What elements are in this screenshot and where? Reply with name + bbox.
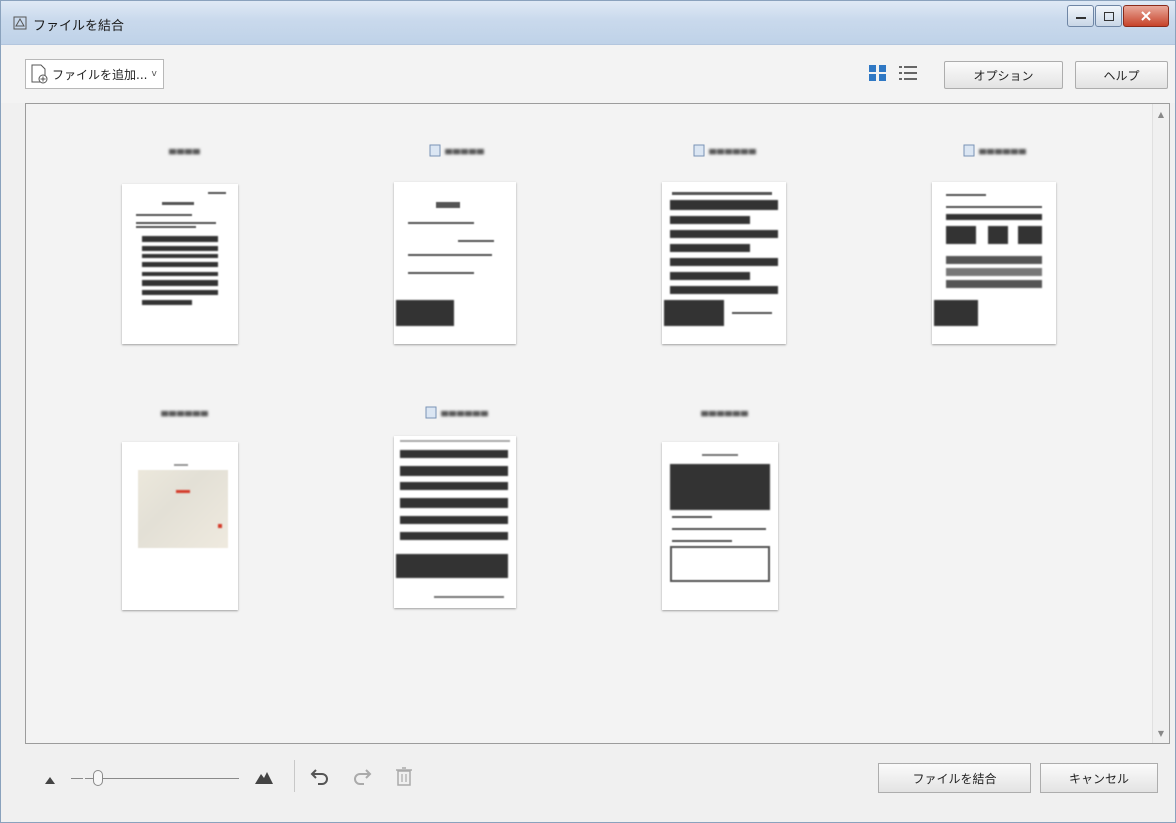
minimize-button[interactable]	[1067, 5, 1094, 27]
file-card[interactable]: ▄▄▄▄	[120, 142, 250, 354]
file-name: ▄▄▄▄▄▄	[660, 142, 790, 158]
cancel-button[interactable]: キャンセル	[1040, 763, 1158, 793]
file-name-text: ▄▄▄▄▄▄	[709, 145, 757, 155]
thumbnail-grid-icon[interactable]	[868, 63, 888, 83]
file-card[interactable]: ▄▄▄▄▄▄	[660, 142, 790, 354]
file-card[interactable]: ▄▄▄▄▄	[392, 142, 522, 354]
page-thumbnail[interactable]	[394, 436, 516, 608]
help-button[interactable]: ヘルプ	[1075, 61, 1168, 89]
page-thumbnail[interactable]	[122, 184, 238, 344]
file-card[interactable]: ▄▄▄▄▄▄	[660, 404, 790, 616]
trash-icon[interactable]	[393, 765, 415, 787]
separator	[294, 760, 295, 792]
bottom-bar: ファイルを結合 キャンセル	[1, 746, 1175, 811]
redo-icon[interactable]	[351, 765, 373, 787]
page-thumbnail[interactable]	[662, 182, 786, 344]
close-button[interactable]	[1123, 5, 1169, 27]
file-name-text: ▄▄▄▄▄	[445, 145, 485, 155]
file-name-text: ▄▄▄▄	[169, 145, 201, 155]
file-name-text: ▄▄▄▄▄▄	[701, 407, 749, 417]
minimize-icon	[1075, 17, 1086, 19]
chevron-down-icon: v	[151, 69, 157, 79]
close-icon	[1141, 11, 1151, 21]
maximize-button[interactable]	[1095, 5, 1122, 27]
document-icon	[693, 144, 705, 156]
file-thumbnail-area[interactable]: ▄▄▄▄ ▄▄▄▄▄ ▄▄▄▄▄▄ ▄▄▄▄▄▄ ▄▄▄▄▄▄ ▄▄▄▄▄▄ ▄…	[25, 103, 1170, 744]
file-name: ▄▄▄▄	[120, 142, 250, 158]
title-bar: ファイルを結合	[1, 1, 1175, 45]
page-thumbnail[interactable]	[394, 182, 516, 344]
document-icon	[429, 144, 441, 156]
file-name-text: ▄▄▄▄▄▄	[161, 407, 209, 417]
scroll-up-icon[interactable]: ▲	[1153, 106, 1169, 122]
combine-files-window: ファイルを結合 ファイルを追加... v オプション ヘルプ ▄▄▄▄ ▄▄▄▄…	[0, 0, 1176, 823]
file-card[interactable]: ▄▄▄▄▄▄	[120, 404, 250, 616]
undo-icon[interactable]	[309, 765, 331, 787]
toolbar: ファイルを追加... v オプション ヘルプ	[1, 45, 1175, 103]
file-name-text: ▄▄▄▄▄▄	[979, 145, 1027, 155]
document-icon	[425, 406, 437, 418]
zoom-slider-thumb[interactable]	[93, 770, 103, 786]
list-view-icon[interactable]	[898, 63, 918, 83]
vertical-scrollbar[interactable]: ▲ ▼	[1152, 104, 1169, 743]
document-icon	[963, 144, 975, 156]
file-name: ▄▄▄▄▄▄	[392, 404, 522, 420]
file-name: ▄▄▄▄▄▄	[660, 404, 790, 420]
file-name: ▄▄▄▄▄▄	[930, 142, 1060, 158]
scroll-down-icon[interactable]: ▼	[1153, 725, 1169, 741]
window-controls	[1066, 5, 1169, 27]
view-mode-switcher	[868, 63, 918, 83]
zoom-in-mountain-icon[interactable]	[255, 771, 273, 784]
zoom-out-mountain-icon[interactable]	[45, 776, 55, 784]
page-thumbnail[interactable]	[932, 182, 1056, 344]
file-name: ▄▄▄▄▄▄	[120, 404, 250, 420]
zoom-slider-track[interactable]	[85, 778, 239, 779]
file-card[interactable]: ▄▄▄▄▄▄	[930, 142, 1060, 354]
slider-min-tick	[71, 778, 83, 779]
add-files-label: ファイルを追加...	[52, 67, 148, 82]
maximize-icon	[1103, 11, 1114, 21]
page-thumbnail[interactable]	[122, 442, 238, 610]
acrobat-icon	[13, 16, 27, 30]
file-card[interactable]: ▄▄▄▄▄▄	[392, 404, 522, 616]
add-files-button[interactable]: ファイルを追加... v	[25, 59, 164, 89]
file-name: ▄▄▄▄▄	[392, 142, 522, 158]
file-name-text: ▄▄▄▄▄▄	[441, 407, 489, 417]
page-thumbnail[interactable]	[662, 442, 778, 610]
options-button[interactable]: オプション	[944, 61, 1063, 89]
window-title: ファイルを結合	[33, 19, 125, 34]
combine-files-button[interactable]: ファイルを結合	[878, 763, 1031, 793]
add-document-icon	[31, 64, 48, 84]
